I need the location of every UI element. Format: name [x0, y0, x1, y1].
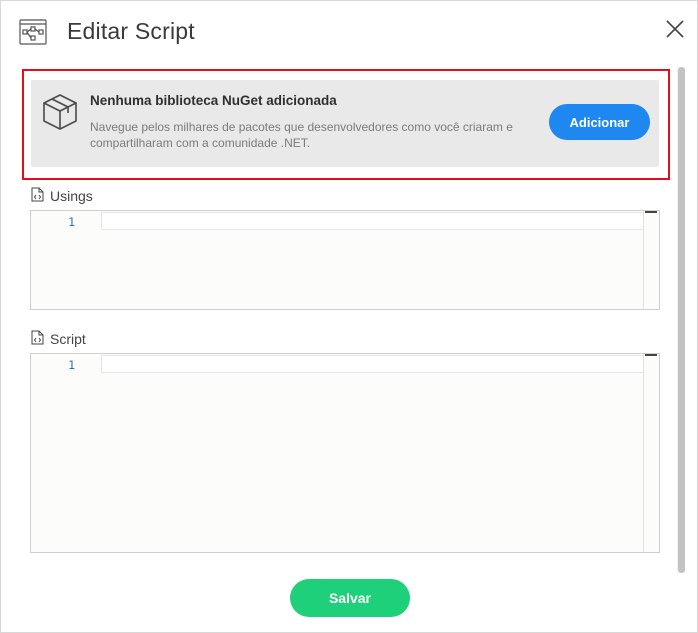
code-file-icon: [31, 187, 44, 205]
dialog-scrollbar-thumb[interactable]: [678, 67, 685, 573]
usings-section-label: Usings: [31, 187, 93, 205]
close-icon[interactable]: [663, 17, 687, 41]
script-label: Script: [50, 331, 86, 347]
script-section-label: Script: [31, 330, 86, 348]
usings-label: Usings: [50, 188, 93, 204]
active-line-highlight[interactable]: [101, 212, 657, 230]
nuget-empty-description: Navegue pelos milhares de pacotes que de…: [90, 120, 513, 150]
flow-diagram-icon: [19, 19, 47, 45]
usings-code-editor[interactable]: 1: [30, 210, 660, 310]
dialog-title: Editar Script: [67, 18, 195, 44]
save-button[interactable]: Salvar: [290, 579, 410, 617]
line-number: 1: [68, 358, 75, 372]
package-box-icon: [40, 91, 80, 133]
editor-scrollbar[interactable]: [643, 354, 658, 552]
editor-scrollbar[interactable]: [643, 211, 658, 309]
line-number: 1: [68, 215, 75, 229]
active-line-highlight[interactable]: [101, 355, 657, 373]
dialog-header: Editar Script: [1, 1, 697, 65]
add-nuget-button[interactable]: Adicionar: [549, 104, 650, 140]
edit-script-dialog: Editar Script Nenhuma biblioteca NuGet a…: [0, 0, 698, 633]
script-code-editor[interactable]: 1: [30, 353, 660, 553]
nuget-empty-title: Nenhuma biblioteca NuGet adicionada: [90, 93, 337, 108]
nuget-empty-panel: Nenhuma biblioteca NuGet adicionada Nave…: [31, 80, 659, 167]
code-file-icon: [31, 330, 44, 348]
